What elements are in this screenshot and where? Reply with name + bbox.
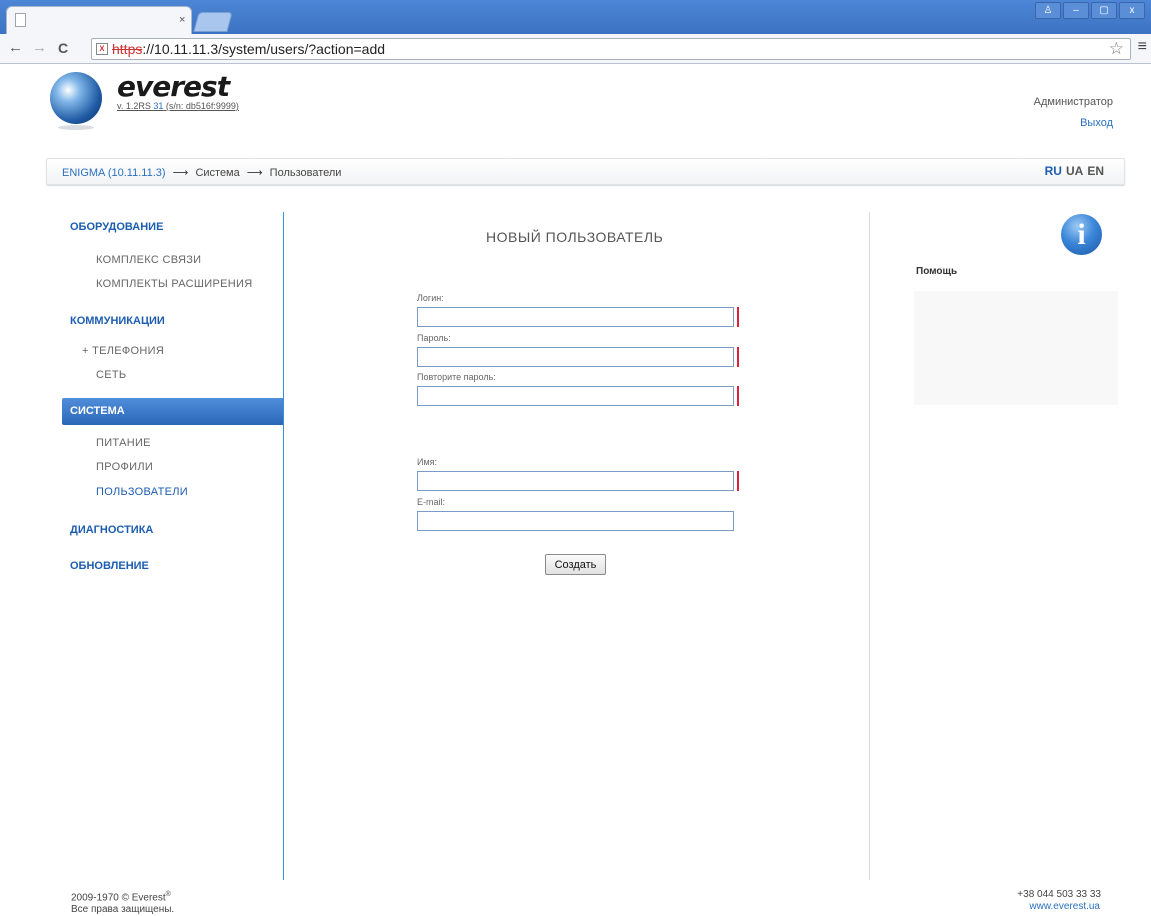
globe-logo [50, 72, 102, 124]
logo-shadow [58, 125, 94, 130]
login-field[interactable] [417, 307, 734, 327]
required-marker [737, 307, 739, 327]
breadcrumb: ENIGMA (10.11.11.3) ⟶ Система ⟶ Пользова… [46, 158, 1125, 185]
breadcrumb-arrow: ⟶ [172, 167, 189, 179]
language-switcher: RU UA EN [1041, 164, 1104, 178]
sidebar-item-users[interactable]: ПОЛЬЗОВАТЕЛИ [96, 486, 188, 498]
breadcrumb-root-link[interactable]: ENIGMA (10.11.11.3) [62, 167, 166, 179]
minimize-icon[interactable]: – [1063, 2, 1089, 19]
repeat-password-label: Повторите пароль: [417, 372, 496, 382]
user-icon[interactable]: ♙ [1035, 2, 1061, 19]
password-label: Пароль: [417, 333, 451, 343]
browser-toolbar: ← → C x https://10.11.11.3/system/users/… [0, 34, 1151, 64]
browser-menu-icon[interactable]: ≡ [1138, 38, 1147, 56]
lang-ru[interactable]: RU [1045, 164, 1062, 178]
sidebar-item-system[interactable]: СИСТЕМА [62, 398, 284, 425]
required-marker [737, 386, 739, 406]
create-button[interactable]: Создать [545, 554, 606, 575]
sidebar-item-communications[interactable]: КОММУНИКАЦИИ [70, 315, 165, 327]
breadcrumb-item-users: Пользователи [269, 167, 342, 179]
help-content-box [914, 291, 1118, 405]
copyright-text: 2009-1970 © Everest [71, 892, 166, 904]
sidebar-item-telephony[interactable]: + ТЕЛЕФОНИЯ [82, 345, 164, 357]
email-label: E-mail: [417, 497, 446, 507]
sidebar-item-system-label: СИСТЕМА [70, 405, 125, 417]
lang-en[interactable]: EN [1087, 164, 1104, 178]
required-marker [737, 347, 739, 367]
logout-link[interactable]: Выход [1080, 117, 1113, 129]
close-window-icon[interactable]: x [1119, 2, 1145, 19]
browser-tab[interactable]: × [6, 6, 192, 34]
password-field[interactable] [417, 347, 734, 367]
url-scheme: https [112, 41, 143, 57]
sidebar-item-diagnostics[interactable]: ДИАГНОСТИКА [70, 524, 153, 536]
help-divider [869, 212, 870, 880]
sidebar-item-equipment[interactable]: ОБОРУДОВАНИЕ [70, 221, 163, 233]
sidebar-item-profiles[interactable]: ПРОФИЛИ [96, 461, 153, 473]
required-marker [737, 471, 739, 491]
browser-titlebar: × ♙ – ▢ x [0, 0, 1151, 34]
info-icon[interactable]: i [1061, 214, 1102, 255]
address-bar[interactable]: x https://10.11.11.3/system/users/?actio… [91, 38, 1131, 60]
brand-logo: everest [117, 70, 230, 103]
login-label: Логин: [417, 293, 444, 303]
reload-icon[interactable]: C [58, 39, 68, 57]
registered-mark: ® [165, 891, 171, 898]
rights-text: Все права защищены. [71, 904, 175, 916]
sidebar-item-power[interactable]: ПИТАНИЕ [96, 437, 151, 449]
sidebar-item-network[interactable]: СЕТЬ [96, 369, 126, 381]
contact-phone: +38 044 503 33 33 [1017, 889, 1101, 900]
website-link[interactable]: www.everest.ua [1029, 901, 1100, 912]
breadcrumb-arrow: ⟶ [246, 167, 263, 179]
help-title: Помощь [916, 266, 958, 277]
new-tab-button[interactable] [193, 12, 233, 32]
back-icon[interactable]: ← [8, 39, 23, 57]
email-field[interactable] [417, 511, 734, 531]
url-text[interactable]: https://10.11.11.3/system/users/?action=… [112, 41, 385, 57]
breadcrumb-item-system[interactable]: Система [195, 167, 239, 179]
version-prefix: v. 1.2RS [117, 101, 154, 111]
version-serial: (s/n: db516f:9999) [163, 101, 239, 111]
url-path: ://10.11.11.3/system/users/?action=add [142, 41, 386, 57]
maximize-icon[interactable]: ▢ [1091, 2, 1117, 19]
forward-icon[interactable]: → [32, 39, 47, 57]
page-icon [15, 13, 26, 27]
repeat-password-field[interactable] [417, 386, 734, 406]
version-build: 31 [153, 101, 164, 111]
sidebar-divider [283, 212, 284, 880]
form-title: НОВЫЙ ПОЛЬЗОВАТЕЛЬ [486, 229, 664, 245]
sidebar-item-comm-complex[interactable]: КОМПЛЕКС СВЯЗИ [96, 254, 201, 266]
insecure-lock-icon[interactable]: x [96, 43, 108, 55]
bookmark-star-icon[interactable]: ☆ [1109, 39, 1124, 59]
lang-ua[interactable]: UA [1066, 164, 1083, 178]
version-info[interactable]: v. 1.2RS 31 (s/n: db516f:9999) [117, 101, 239, 111]
user-role: Администратор [1033, 96, 1113, 108]
tab-close-icon[interactable]: × [179, 14, 185, 26]
sidebar-item-expansion-kits[interactable]: КОМПЛЕКТЫ РАСШИРЕНИЯ [96, 278, 252, 290]
name-label: Имя: [417, 457, 438, 467]
name-field[interactable] [417, 471, 734, 491]
copyright: 2009-1970 © Everest® Все права защищены. [71, 889, 174, 916]
sidebar-item-update[interactable]: ОБНОВЛЕНИЕ [70, 560, 149, 572]
window-controls: ♙ – ▢ x [1035, 2, 1145, 19]
